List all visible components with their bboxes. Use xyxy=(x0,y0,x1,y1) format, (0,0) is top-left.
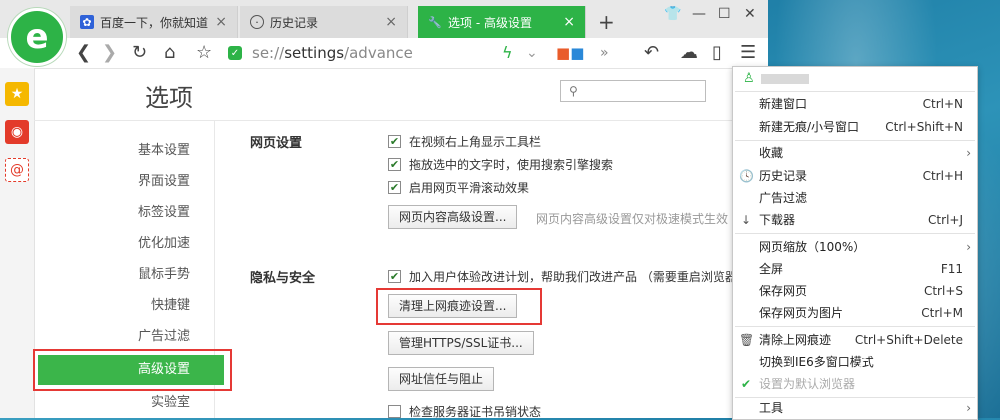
url-trust-block-button[interactable]: 网址信任与阻止 xyxy=(388,367,495,391)
web-content-advanced-button[interactable]: 网页内容高级设置... xyxy=(388,205,518,229)
browser-logo: e xyxy=(8,8,66,66)
menu-fullscreen[interactable]: 全屏 F11 xyxy=(733,258,977,280)
favorite-button[interactable]: ☆ xyxy=(196,41,212,65)
nav-shortcuts[interactable]: 快捷键 xyxy=(38,291,224,321)
option-ux-program[interactable]: ✔ 加入用户体验改进计划，帮助我们改进产品 （需要重启浏览器 xyxy=(388,268,737,285)
nav-highlight-box xyxy=(33,349,232,391)
menu-clear-traces[interactable]: 🗑 清除上网痕迹 Ctrl+Shift+Delete xyxy=(733,329,977,351)
user-icon: ♙ xyxy=(743,71,755,86)
menu-button[interactable]: ☰ xyxy=(740,41,756,65)
menu-zoom[interactable]: 网页缩放（100%） › xyxy=(733,236,977,258)
address-bar[interactable]: ✓ se:// settings /advance xyxy=(228,42,538,64)
section-web-label: 网页设置 xyxy=(250,136,303,151)
tab-history[interactable]: · 历史记录 × xyxy=(240,6,408,38)
more-icon[interactable]: » xyxy=(600,41,609,65)
menu-separator xyxy=(735,233,975,234)
page-title: 选项 xyxy=(145,84,193,112)
menu-new-window[interactable]: 新建窗口 Ctrl+N xyxy=(733,93,977,115)
manage-certificates-button[interactable]: 管理HTTPS/SSL证书... xyxy=(388,331,534,355)
forward-button[interactable]: ❯ xyxy=(102,41,117,65)
router-icon: ⌂ xyxy=(858,352,898,392)
nav-lab[interactable]: 实验室 xyxy=(38,388,224,418)
menu-separator xyxy=(735,326,975,327)
nav-tabs[interactable]: 标签设置 xyxy=(38,198,224,228)
menu-separator xyxy=(735,140,975,141)
phone-icon[interactable]: ▯ xyxy=(712,41,722,65)
menu-downloader[interactable]: ↓ 下载器 Ctrl+J xyxy=(733,209,977,231)
check-icon: ✔ xyxy=(740,377,752,391)
menu-new-incognito-window[interactable]: 新建无痕/小号窗口 Ctrl+Shift+N xyxy=(733,116,977,138)
search-icon: ⚲ xyxy=(569,84,578,98)
maximize-button[interactable]: ☐ xyxy=(718,6,731,22)
clock-icon: · xyxy=(250,15,264,29)
checkbox[interactable]: ✔ xyxy=(388,181,401,194)
paw-icon: ✿ xyxy=(80,15,94,29)
menu-history[interactable]: 🕓 历史记录 Ctrl+H xyxy=(733,165,977,187)
address-path: /advance xyxy=(344,44,413,62)
search-input[interactable] xyxy=(581,83,696,99)
download-icon: ↓ xyxy=(740,213,752,227)
menu-tools[interactable]: 工具 › xyxy=(733,397,977,419)
trash-icon: 🗑 xyxy=(739,333,755,347)
header-divider xyxy=(34,120,768,121)
address-scheme: se:// xyxy=(252,44,285,62)
clock-icon: 🕓 xyxy=(739,169,754,183)
option-drag-search[interactable]: ✔ 拖放选中的文字时，使用搜索引擎搜索 xyxy=(388,156,613,173)
menu-separator xyxy=(735,91,975,92)
menu-ad-filter[interactable]: 广告过滤 xyxy=(733,187,977,209)
option-smooth-scroll[interactable]: ✔ 启用网页平滑滚动效果 xyxy=(388,179,529,196)
close-icon[interactable]: × xyxy=(385,14,397,30)
menu-save-as-image[interactable]: 保存网页为图片 Ctrl+M xyxy=(733,302,977,324)
new-tab-button[interactable]: + xyxy=(598,10,615,34)
undo-button[interactable]: ↶ xyxy=(644,41,659,65)
lightning-icon[interactable]: ϟ xyxy=(502,41,513,65)
nav-ad-filter[interactable]: 广告过滤 xyxy=(38,322,224,352)
apps-icon[interactable]: ■■ xyxy=(556,41,584,65)
close-icon[interactable]: × xyxy=(215,14,227,30)
menu-save-page[interactable]: 保存网页 Ctrl+S xyxy=(733,280,977,302)
wrench-icon: 🔧 xyxy=(428,15,442,29)
home-button[interactable]: ⌂ xyxy=(164,41,175,65)
weibo-icon[interactable]: ◉ xyxy=(5,120,29,144)
address-host: settings xyxy=(284,44,345,62)
checkbox[interactable]: ✔ xyxy=(388,135,401,148)
mail-icon[interactable]: @ xyxy=(5,158,29,182)
chevron-right-icon: › xyxy=(966,146,971,160)
section-privacy-label: 隐私与安全 xyxy=(250,271,316,286)
back-button[interactable]: ❮ xyxy=(76,41,91,65)
tab-settings-advanced[interactable]: 🔧 选项 - 高级设置 × xyxy=(418,6,586,38)
nav-optimize[interactable]: 优化加速 xyxy=(38,229,224,259)
chevron-down-icon[interactable]: ⌄ xyxy=(526,41,538,65)
skin-icon[interactable]: 👕 xyxy=(664,6,681,22)
checkbox[interactable]: ✔ xyxy=(388,158,401,171)
option-check-revocation[interactable]: 检查服务器证书吊销状态 xyxy=(388,403,541,418)
shield-icon: ✓ xyxy=(228,46,242,60)
close-icon[interactable]: × xyxy=(563,14,575,30)
nav-interface[interactable]: 界面设置 xyxy=(38,167,224,197)
tab-baidu[interactable]: ✿ 百度一下，你就知道 × xyxy=(70,6,238,38)
checkbox[interactable] xyxy=(388,405,401,418)
nav-basic[interactable]: 基本设置 xyxy=(38,136,224,166)
menu-favorites[interactable]: 收藏 › xyxy=(733,142,977,164)
minimize-button[interactable]: — xyxy=(692,6,706,22)
web-content-hint: 网页内容高级设置仅对极速模式生效 xyxy=(536,212,729,226)
cloud-icon[interactable]: ☁ xyxy=(680,41,698,65)
nav-mouse-gesture[interactable]: 鼠标手势 xyxy=(38,260,224,290)
username-blurred xyxy=(760,73,809,84)
settings-search[interactable]: ⚲ xyxy=(560,80,706,102)
option-video-toolbar[interactable]: ✔ 在视频右上角显示工具栏 xyxy=(388,133,541,150)
checkbox[interactable]: ✔ xyxy=(388,270,401,283)
chevron-right-icon: › xyxy=(966,240,971,254)
star-icon[interactable]: ★ xyxy=(5,82,29,106)
tab-bar: ✿ 百度一下，你就知道 × · 历史记录 × 🔧 选项 - 高级设置 × + 👕… xyxy=(0,0,768,38)
clear-traces-highlight-box xyxy=(376,288,542,325)
chevron-right-icon: › xyxy=(966,401,971,415)
browser-window: ✿ 百度一下，你就知道 × · 历史记录 × 🔧 选项 - 高级设置 × + 👕… xyxy=(0,0,768,418)
close-window-button[interactable]: ✕ xyxy=(744,6,756,22)
user-account[interactable]: ♙ xyxy=(743,71,809,86)
toolbar: ❮ ❯ ↻ ⌂ ☆ ✓ se:// settings /advance ϟ ⌄ … xyxy=(0,38,768,69)
side-strip: ★ ◉ @ xyxy=(0,68,35,418)
reload-button[interactable]: ↻ xyxy=(132,41,147,65)
